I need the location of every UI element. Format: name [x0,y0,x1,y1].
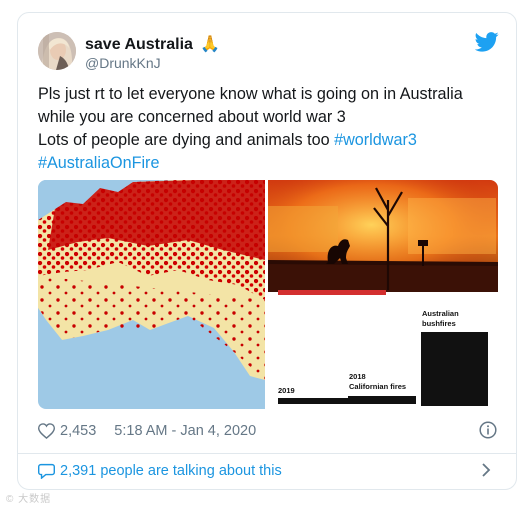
tweet-text: Pls just rt to let everyone know what is… [38,83,500,175]
bar-california [348,396,416,404]
label-californian-fires: Californian fires [349,382,406,391]
like-count[interactable]: 2,453 [60,423,96,439]
label-australian: Australian [422,309,459,318]
tweet-text-line: while you are concerned about world war … [38,108,346,126]
label-2019: 2019 [278,386,295,395]
media-grid[interactable]: 2019 2018 Californian fires Australian b… [38,180,498,409]
folded-hands-emoji: 🙏 [200,36,221,53]
info-icon[interactable] [479,421,497,439]
watermark: © 大数据 [6,494,52,505]
tweet-meta: 2,453 5:18 AM - Jan 4, 2020 [38,421,256,441]
red-line-2019 [278,292,386,295]
australia-fire-map-image[interactable] [38,180,265,409]
tweet-text-line: Lots of people are dying and animals too… [38,129,500,152]
bushfire-kangaroo-photo[interactable] [268,180,498,292]
user-handle[interactable]: @DrunkKnJ [85,55,161,71]
speech-bubble-icon [38,463,55,479]
bar-australia [421,332,488,406]
heart-icon[interactable] [38,423,55,439]
tweet-text-line: #AustraliaOnFire [38,152,500,175]
display-name-text[interactable]: save Australia [85,36,193,53]
display-name[interactable]: save Australia 🙏 [85,34,220,54]
label-2018: 2018 [349,372,366,381]
timestamp[interactable]: 5:18 AM - Jan 4, 2020 [114,423,256,439]
hashtag-australiaonfire[interactable]: #AustraliaOnFire [38,154,159,172]
chevron-right-icon[interactable] [481,463,491,477]
tweet-text-line: Pls just rt to let everyone know what is… [38,85,463,103]
talking-count[interactable]: 2,391 people are talking about this [60,463,282,479]
fire-size-comparison-chart[interactable]: 2019 2018 Californian fires Australian b… [268,292,498,409]
hashtag-worldwar3[interactable]: #worldwar3 [334,131,417,149]
conversation-link[interactable]: 2,391 people are talking about this [38,461,282,481]
label-bushfires: bushfires [422,319,456,328]
twitter-bird-icon[interactable] [475,32,499,52]
divider [18,453,516,454]
tweet-text-segment: Lots of people are dying and animals too [38,131,335,149]
avatar[interactable] [38,32,76,70]
tweet-card[interactable]: save Australia 🙏 @DrunkKnJ Pls just rt t… [17,12,517,490]
